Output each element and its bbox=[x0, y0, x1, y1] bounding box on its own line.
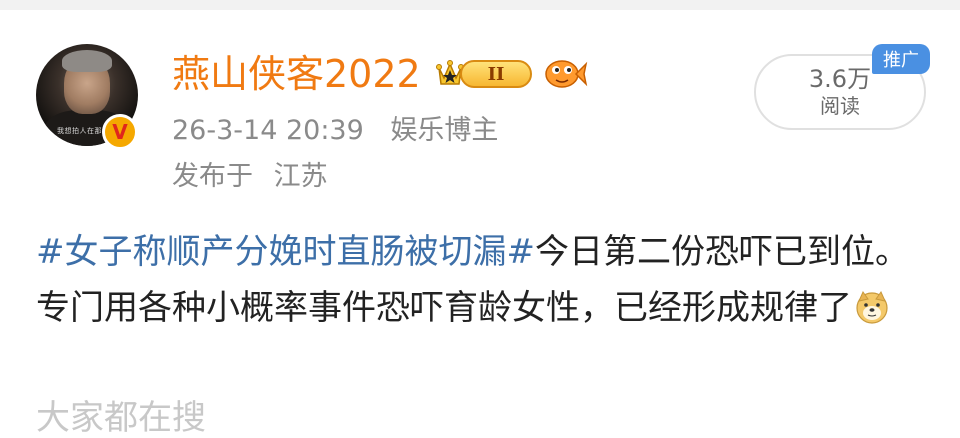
location-prefix: 发布于 bbox=[172, 161, 253, 192]
fish-badge-icon[interactable] bbox=[540, 54, 588, 94]
views-label: 阅读 bbox=[820, 94, 860, 118]
verified-v-icon: V bbox=[102, 114, 138, 150]
post-timestamp: 26-3-14 20:39 bbox=[172, 115, 364, 146]
top-divider bbox=[0, 0, 960, 10]
views-count: 3.6万 bbox=[808, 65, 872, 93]
post-body: #女子称顺产分娩时直肠被切漏#今日第二份恐吓已到位。专门用各种小概率事件恐吓育龄… bbox=[36, 224, 936, 336]
username[interactable]: 燕山侠客2022 bbox=[172, 48, 421, 100]
location-name: 江苏 bbox=[273, 161, 328, 192]
user-tag: 娱乐博主 bbox=[390, 115, 499, 146]
member-level-badge[interactable]: II bbox=[460, 60, 532, 88]
hashtag-link[interactable]: #女子称顺产分娩时直肠被切漏# bbox=[36, 232, 535, 272]
post-meta: 26-3-14 20:39 娱乐博主 bbox=[172, 112, 516, 150]
promo-tag[interactable]: 推广 bbox=[872, 44, 930, 74]
post-location: 发布于 江苏 bbox=[172, 158, 340, 196]
avatar[interactable]: 我想拍人在那边空 V bbox=[36, 44, 138, 150]
doge-emoji-icon bbox=[856, 290, 888, 324]
next-section-partial: 大家都在搜 bbox=[36, 398, 206, 438]
